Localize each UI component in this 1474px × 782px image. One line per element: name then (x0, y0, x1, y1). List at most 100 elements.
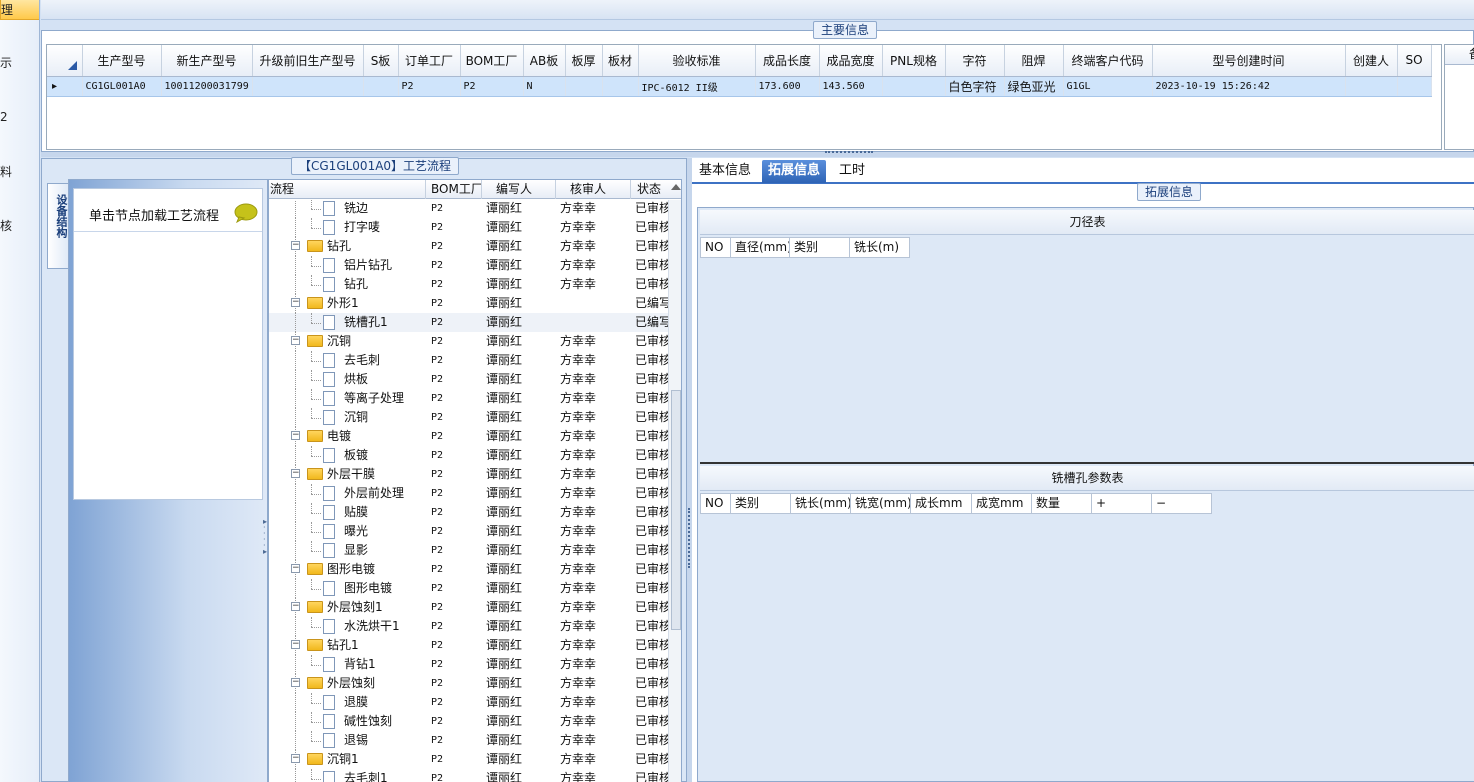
tree-step-row[interactable]: 去毛刺1 P2 谭丽红 方幸幸 已审核 (269, 769, 669, 782)
cell-writer[interactable]: 谭丽红 (482, 275, 556, 294)
tree-folder-row[interactable]: − 外层蚀刻1 P2 谭丽红 方幸幸 已审核 (269, 598, 669, 617)
collapse-icon[interactable]: − (291, 678, 300, 687)
cell-bom-factory[interactable]: P2 (426, 389, 482, 408)
cell-length[interactable]: 173.600 (755, 76, 820, 97)
col-header[interactable]: 成长mm (911, 493, 972, 514)
tree-node-cell[interactable]: 碱性蚀刻 (269, 712, 426, 731)
cell-reviewer[interactable]: 方幸幸 (556, 598, 631, 617)
tree-node-cell[interactable]: 背钻1 (269, 655, 426, 674)
tree-step-row[interactable]: 贴膜 P2 谭丽红 方幸幸 已审核 (269, 503, 669, 522)
tab-work-hours[interactable]: 工时 (833, 160, 871, 183)
col-header[interactable]: 成宽mm (972, 493, 1032, 514)
tree-step-row[interactable]: 铣槽孔1 P2 谭丽红 已编写 (269, 313, 669, 332)
cell-writer[interactable]: 谭丽红 (482, 731, 556, 750)
cell-order-factory[interactable]: P2 (398, 76, 461, 97)
cell-bom-factory[interactable]: P2 (426, 408, 482, 427)
col-header-writer[interactable]: 编写人 (482, 180, 556, 199)
cell-reviewer[interactable]: 方幸幸 (556, 237, 631, 256)
cell-status[interactable]: 已审核 (631, 674, 669, 693)
cell-writer[interactable]: 谭丽红 (482, 655, 556, 674)
cell-reviewer[interactable]: 方幸幸 (556, 655, 631, 674)
cell-created-time[interactable]: 2023-10-19 15:26:42 (1152, 76, 1346, 97)
cell-writer[interactable]: 谭丽红 (482, 522, 556, 541)
tree-node-cell[interactable]: − 外形1 (269, 294, 426, 313)
cell-status[interactable]: 已审核 (631, 200, 669, 218)
tree-node-cell[interactable]: 去毛刺 (269, 351, 426, 370)
tree-folder-row[interactable]: − 外层干膜 P2 谭丽红 方幸幸 已审核 (269, 465, 669, 484)
tree-step-row[interactable]: 烘板 P2 谭丽红 方幸幸 已审核 (269, 370, 669, 389)
cell-status[interactable]: 已审核 (631, 389, 669, 408)
tree-node-cell[interactable]: 铣边 (269, 200, 426, 218)
tree-step-row[interactable]: 背钻1 P2 谭丽红 方幸幸 已审核 (269, 655, 669, 674)
cell-bom-factory[interactable]: P2 (426, 579, 482, 598)
cell-writer[interactable]: 谭丽红 (482, 465, 556, 484)
col-header[interactable]: 生产型号 (82, 45, 162, 77)
horizontal-splitter[interactable] (41, 151, 1474, 157)
cell-bom-factory[interactable]: P2 (426, 712, 482, 731)
remove-row-button[interactable]: − (1152, 493, 1212, 514)
collapse-icon[interactable]: − (291, 431, 300, 440)
tree-step-row[interactable]: 退膜 P2 谭丽红 方幸幸 已审核 (269, 693, 669, 712)
col-header[interactable]: 类别 (731, 493, 791, 514)
cell-writer[interactable]: 谭丽红 (482, 237, 556, 256)
tree-node-cell[interactable]: − 图形电镀 (269, 560, 426, 579)
col-header[interactable]: NO (700, 493, 731, 514)
cell-bom-factory[interactable]: P2 (426, 275, 482, 294)
cell-writer[interactable]: 谭丽红 (482, 674, 556, 693)
tree-node-cell[interactable]: − 钻孔 (269, 237, 426, 256)
tree-folder-row[interactable]: − 钻孔 P2 谭丽红 方幸幸 已审核 (269, 237, 669, 256)
cell-bom-factory[interactable]: P2 (426, 465, 482, 484)
cell-reviewer[interactable]: 方幸幸 (556, 731, 631, 750)
cell-solder-mask[interactable]: 绿色亚光 (1004, 76, 1064, 97)
cell-writer[interactable]: 谭丽红 (482, 636, 556, 655)
cell-reviewer[interactable]: 方幸幸 (556, 693, 631, 712)
cell-status[interactable]: 已审核 (631, 522, 669, 541)
cell-status[interactable]: 已审核 (631, 351, 669, 370)
collapse-icon[interactable]: − (291, 298, 300, 307)
cell-status[interactable]: 已审核 (631, 275, 669, 294)
cell-bom-factory[interactable]: P2 (426, 446, 482, 465)
tree-node-cell[interactable]: 铣槽孔1 (269, 313, 426, 332)
cell-writer[interactable]: 谭丽红 (482, 256, 556, 275)
col-header[interactable]: 板材 (602, 45, 639, 77)
cell-reviewer[interactable]: 方幸幸 (556, 427, 631, 446)
tree-node-cell[interactable]: 去毛刺1 (269, 769, 426, 782)
cell-status[interactable]: 已审核 (631, 237, 669, 256)
cell-status[interactable]: 已审核 (631, 560, 669, 579)
cell-writer[interactable]: 谭丽红 (482, 503, 556, 522)
cell-reviewer[interactable] (556, 294, 631, 313)
col-header[interactable]: AB板 (523, 45, 566, 77)
tree-step-row[interactable]: 显影 P2 谭丽红 方幸幸 已审核 (269, 541, 669, 560)
tree-node-cell[interactable]: 铝片钻孔 (269, 256, 426, 275)
cell-s-board[interactable] (363, 76, 399, 97)
collapse-icon[interactable]: − (291, 469, 300, 478)
collapse-icon[interactable]: − (291, 640, 300, 649)
cell-reviewer[interactable]: 方幸幸 (556, 617, 631, 636)
cell-bom-factory[interactable]: P2 (426, 541, 482, 560)
cell-status[interactable]: 已审核 (631, 693, 669, 712)
col-header[interactable]: 铣长(m) (850, 237, 910, 258)
cell-status[interactable]: 已审核 (631, 503, 669, 522)
cell-status[interactable]: 已审核 (631, 332, 669, 351)
cell-bom-factory[interactable]: P2 (426, 237, 482, 256)
cell-bom-factory[interactable]: P2 (426, 332, 482, 351)
cell-status[interactable]: 已审核 (631, 769, 669, 782)
cell-bom-factory[interactable]: P2 (426, 750, 482, 769)
cell-ab-board[interactable]: N (523, 76, 566, 97)
col-header[interactable]: 新生产型号 (161, 45, 253, 77)
collapse-icon[interactable]: − (291, 602, 300, 611)
cell-writer[interactable]: 谭丽红 (482, 408, 556, 427)
tree-node-cell[interactable]: 等离子处理 (269, 389, 426, 408)
cell-bom-factory[interactable]: P2 (426, 484, 482, 503)
tree-step-row[interactable]: 水洗烘干1 P2 谭丽红 方幸幸 已审核 (269, 617, 669, 636)
cell-bom-factory[interactable]: P2 (426, 313, 482, 332)
cell-reviewer[interactable]: 方幸幸 (556, 769, 631, 782)
col-header-bom[interactable]: BOM工厂 (426, 180, 482, 199)
nav-item-2[interactable]: 2 (0, 110, 39, 124)
cell-pnl-spec[interactable] (882, 76, 946, 97)
cell-status[interactable]: 已编写 (631, 313, 669, 332)
cell-bom-factory[interactable]: P2 (426, 200, 482, 218)
cell-reviewer[interactable]: 方幸幸 (556, 446, 631, 465)
cell-reviewer[interactable]: 方幸幸 (556, 256, 631, 275)
collapse-icon[interactable]: − (291, 754, 300, 763)
